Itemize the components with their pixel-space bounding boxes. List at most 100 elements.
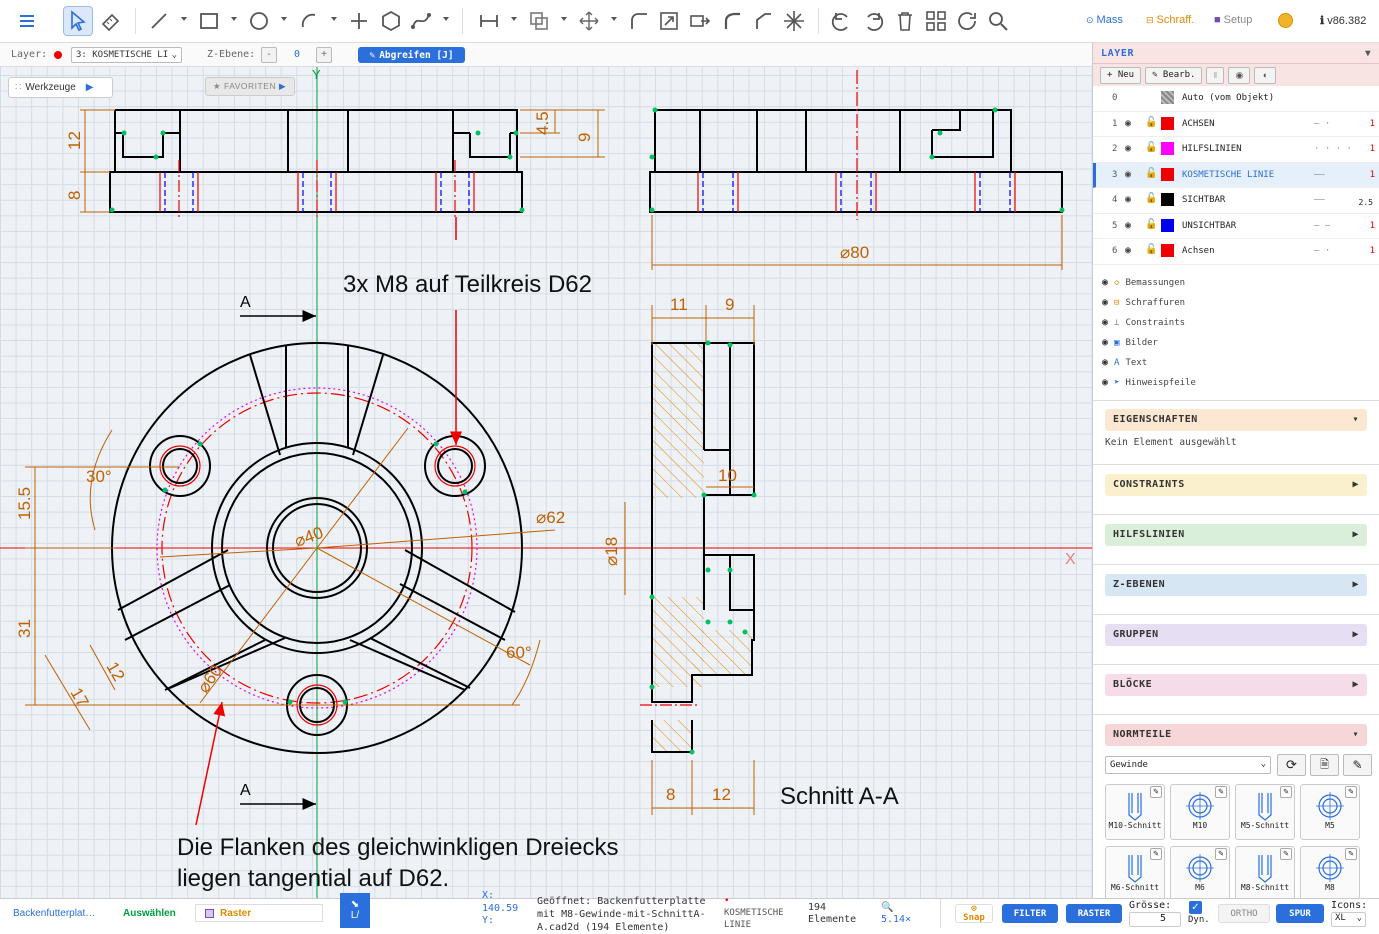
zoom-status[interactable]: 🔍 5.14× <box>881 902 911 926</box>
trim-tool-icon[interactable] <box>748 6 778 36</box>
normteile-category-select[interactable]: Gewinde ⌄ <box>1105 755 1271 774</box>
normteil-tile[interactable]: M5-Schnitt ✎ <box>1235 783 1295 840</box>
groesse-input[interactable]: 5 <box>1129 912 1181 927</box>
layer-linewidth[interactable]: 2.5 <box>1359 198 1373 207</box>
normteile-header[interactable]: NORMTEILE ▾ <box>1105 723 1367 746</box>
snap-mode-icon[interactable]: ⬊ L/ <box>340 893 370 928</box>
gruppen-header[interactable]: GRUPPEN ▶ <box>1105 623 1367 646</box>
normteil-tile[interactable]: M8 ✎ <box>1300 845 1360 898</box>
schraff-toggle[interactable]: ⊟ Schraff. <box>1146 14 1194 26</box>
normteil-tile[interactable]: M10 ✎ <box>1170 783 1230 840</box>
visibility-item[interactable]: ◉ ▣ Bilder <box>1093 333 1379 353</box>
undo-icon[interactable] <box>828 6 858 36</box>
setup-button[interactable]: ■ Setup <box>1214 14 1252 26</box>
arc-tool-icon[interactable] <box>294 6 324 36</box>
eye-icon[interactable]: ◉ <box>1125 143 1131 154</box>
file-name[interactable]: Backenfutterplat… <box>13 908 95 919</box>
normteil-tile[interactable]: M6 ✎ <box>1170 845 1230 898</box>
edit-icon[interactable]: ✎ <box>1280 847 1292 860</box>
eye-icon[interactable]: ◉ <box>1102 317 1108 328</box>
layer-linetype[interactable]: —— <box>1314 170 1325 180</box>
layer-linetype[interactable]: — · <box>1314 119 1330 129</box>
visibility-item[interactable]: ◉ ⊥ Constraints <box>1093 313 1379 333</box>
normteil-tile[interactable]: M5 ✎ <box>1300 783 1360 840</box>
normteil-tile[interactable]: M10-Schnitt ✎ <box>1105 783 1165 840</box>
move-dropdown-icon[interactable] <box>611 16 617 22</box>
select-tool-icon[interactable] <box>63 6 93 36</box>
layer-row[interactable]: 0 Auto (vom Objekt) <box>1093 86 1379 112</box>
filter-button[interactable]: FILTER <box>1002 904 1058 923</box>
hamburger-menu-icon[interactable] <box>12 6 42 36</box>
eigenschaften-header[interactable]: EIGENSCHAFTEN ▾ <box>1105 408 1367 431</box>
circle-dropdown-icon[interactable] <box>281 16 287 22</box>
layer-row[interactable]: 6 ◉ 🔓 Achsen — · 1 <box>1093 239 1379 265</box>
lock-icon[interactable]: 🔓 <box>1145 117 1157 128</box>
new-part-icon[interactable]: 🗎 <box>1310 753 1339 776</box>
werkzeuge-button[interactable]: ∷ Werkzeuge ▶ <box>8 77 113 98</box>
layer-panel-header[interactable]: LAYER ▾ <box>1093 43 1379 64</box>
layer-linewidth[interactable]: 1 <box>1370 119 1375 129</box>
eye-icon[interactable]: ◉ <box>1125 169 1131 180</box>
arc-dropdown-icon[interactable] <box>331 16 337 22</box>
spur-button[interactable]: SPUR <box>1276 904 1324 923</box>
delete-layer-icon[interactable]: ‖ <box>1206 66 1225 84</box>
layer-linewidth[interactable]: 1 <box>1370 221 1375 231</box>
normteil-tile[interactable]: M6-Schnitt ✎ <box>1105 845 1165 898</box>
rectangle-tool-icon[interactable] <box>194 6 224 36</box>
offset-tool-icon[interactable] <box>685 6 715 36</box>
layer-select[interactable]: 3: KOSMETISCHE LI ⌄ <box>71 47 182 63</box>
lock-icon[interactable]: 🔓 <box>1145 142 1157 153</box>
edit-icon[interactable]: ✎ <box>1150 785 1162 798</box>
move-tool-icon[interactable] <box>574 6 604 36</box>
circle-tool-icon[interactable] <box>244 6 274 36</box>
hilfslinien-header[interactable]: HILFSLINIEN ▶ <box>1105 523 1367 546</box>
mass-toggle[interactable]: ⊙ Mass <box>1086 14 1123 26</box>
layer-row[interactable]: 4 ◉ 🔓 SICHTBAR —— 2.5 <box>1093 188 1379 214</box>
visibility-item[interactable]: ◉ ⊟ Schraffuren <box>1093 293 1379 313</box>
layer-row[interactable]: 1 ◉ 🔓 ACHSEN — · 1 <box>1093 112 1379 137</box>
edit-icon[interactable]: ✎ <box>1345 785 1357 798</box>
layer-color-swatch[interactable] <box>1161 116 1174 130</box>
layer-linewidth[interactable]: 1 <box>1370 170 1375 180</box>
layer-color-swatch[interactable] <box>1161 218 1174 232</box>
layer-linetype[interactable]: —— <box>1314 195 1325 205</box>
layer-linetype[interactable]: — — <box>1314 221 1330 231</box>
visibility-item[interactable]: ◉ ➤ Hinweispfeile <box>1093 373 1379 393</box>
explode-tool-icon[interactable] <box>779 6 809 36</box>
point-tool-icon[interactable] <box>344 6 374 36</box>
layer-linewidth[interactable]: 1 <box>1370 144 1375 154</box>
icons-select[interactable]: XL ⌄ <box>1331 912 1366 927</box>
show-all-icon[interactable]: ◉ <box>1228 66 1251 84</box>
chamfer-tool-icon[interactable] <box>717 6 747 36</box>
delete-icon[interactable] <box>890 6 920 36</box>
eye-icon[interactable]: ◉ <box>1102 357 1108 368</box>
zebene-minus-button[interactable]: - <box>261 47 277 63</box>
raster-button[interactable]: RASTER <box>1066 904 1122 923</box>
lock-icon[interactable]: 🔓 <box>1145 219 1157 230</box>
dyn-checkbox[interactable]: ✓ <box>1189 901 1202 914</box>
polygon-tool-icon[interactable] <box>376 6 406 36</box>
layer-linewidth[interactable]: 1 <box>1370 246 1375 256</box>
eye-icon[interactable]: ◉ <box>1125 118 1131 129</box>
edit-icon[interactable]: ✎ <box>1150 847 1162 860</box>
layer-color-swatch[interactable] <box>1161 244 1174 257</box>
edit-layer-button[interactable]: ✎ Bearb. <box>1145 66 1203 84</box>
refresh-icon[interactable] <box>952 6 982 36</box>
layer-color-swatch[interactable] <box>1161 167 1174 181</box>
edit-icon[interactable]: ✎ <box>1215 847 1227 860</box>
layer-linetype[interactable]: — · <box>1314 246 1330 256</box>
layer-linetype[interactable]: · · · · <box>1314 144 1352 154</box>
copy-dropdown-icon[interactable] <box>561 16 567 22</box>
layer-row[interactable]: 2 ◉ 🔓 HILFSLINIEN · · · · 1 <box>1093 137 1379 163</box>
visibility-item[interactable]: ◉ A Text <box>1093 353 1379 373</box>
theme-toggle[interactable] <box>1279 14 1292 27</box>
rect-dropdown-icon[interactable] <box>231 16 237 22</box>
refresh-icon[interactable]: ⟳ <box>1277 753 1306 776</box>
version-info[interactable]: ℹ v86.382 <box>1320 14 1366 28</box>
layer-row[interactable]: 3 ◉ 🔓 KOSMETISCHE LINIE —— 1 <box>1093 162 1379 188</box>
snap-toggle[interactable]: ⊙ Snap <box>955 904 993 923</box>
spline-tool-icon[interactable] <box>406 6 436 36</box>
ortho-button[interactable]: ORTHO <box>1218 904 1270 923</box>
measure-tool-icon[interactable] <box>96 6 126 36</box>
lock-icon[interactable]: 🔓 <box>1145 193 1157 204</box>
